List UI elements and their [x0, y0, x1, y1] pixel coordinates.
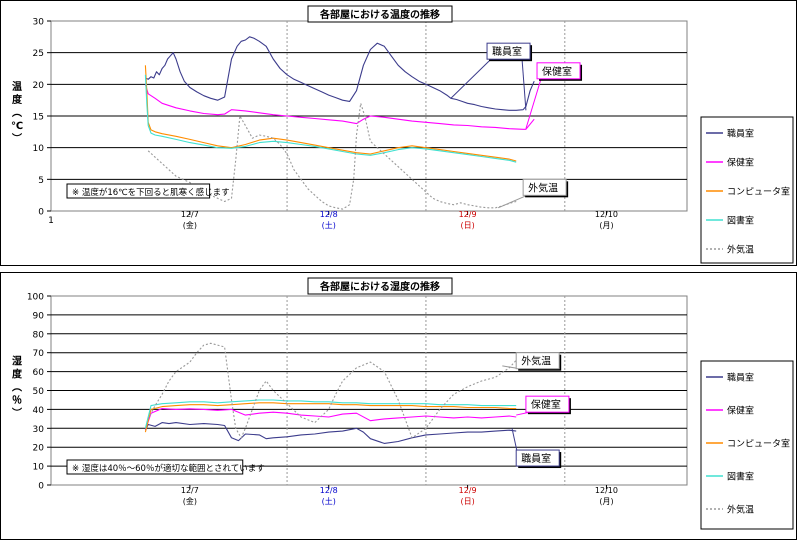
- callout-label: 保健室: [531, 398, 561, 411]
- x-tick-date: 12/8: [320, 210, 338, 219]
- temperature-chart-panel: 0 5 10 15 20 25 30 12/7 (金) 12/8 (土) 12/9 (日) 12/10 (月…: [0, 0, 797, 266]
- y-tick-label: 25: [33, 49, 44, 59]
- x-tick-date: 12/8: [320, 486, 338, 495]
- x-tick-date: 12/7: [181, 486, 199, 495]
- chart-title: 各部屋における温度の推移: [319, 8, 440, 21]
- x-tick-day: (金): [183, 220, 197, 230]
- temperature-chart: 0 5 10 15 20 25 30 12/7(金) 12/8(土) 12/9 (日) 12/10 (月…: [11, 5, 794, 264]
- legend-label: 保健室: [727, 405, 754, 417]
- chart-title: 各部屋における湿度の推移: [319, 280, 440, 293]
- y-tick-label: 100: [27, 293, 44, 303]
- x-tick-day: (日): [460, 221, 474, 230]
- x-tick-date: 12/10: [595, 210, 618, 219]
- x-tick-day: (月): [599, 497, 613, 506]
- callout-label: 保健室: [542, 65, 572, 78]
- y-tick-label: 20: [33, 81, 45, 91]
- y-tick-label: 10: [33, 144, 45, 154]
- y-tick-label: 0: [38, 208, 44, 218]
- y-tick-label: 30: [33, 18, 45, 28]
- x-tick-day: (土): [322, 496, 336, 506]
- y-tick-label: 20: [33, 444, 45, 454]
- y-tick-label: 10: [33, 463, 45, 473]
- legend-label: コンピュータ室: [727, 186, 790, 198]
- x-tick-label-first: 1: [48, 216, 54, 226]
- y-tick-label: 50: [33, 387, 45, 397]
- y-tick-label: 80: [33, 330, 45, 340]
- humidity-chart-panel: 0 10 20 30 40 50 60 70 80 90 100 12/7 (金) 12/8 (土) 12/9…: [0, 272, 797, 540]
- legend-label: 図書室: [727, 215, 754, 227]
- x-tick-day: (日): [460, 497, 474, 506]
- x-tick-date: 12/7: [181, 210, 199, 219]
- y-axis-label: 湿度︵％︶: [11, 355, 23, 420]
- callout-label: 職員室: [492, 45, 522, 58]
- y-tick-label: 60: [33, 368, 45, 378]
- x-tick-day: (土): [322, 220, 336, 230]
- legend-label: コンピュータ室: [727, 438, 790, 450]
- legend-label: 職員室: [727, 128, 754, 140]
- y-tick-label: 15: [33, 113, 44, 123]
- x-tick-day: (金): [183, 496, 197, 506]
- y-tick-label: 0: [38, 482, 44, 492]
- note-text: ※ 温度が16℃を下回ると肌寒く感じます: [72, 187, 230, 198]
- callout-label: 職員室: [521, 452, 551, 465]
- y-tick-label: 30: [33, 425, 45, 435]
- x-tick-date: 12/9: [459, 210, 477, 219]
- y-tick-label: 90: [33, 311, 45, 321]
- legend-label: 保健室: [727, 157, 754, 169]
- callout-label: 外気温: [521, 355, 551, 368]
- x-tick-date: 12/9: [459, 486, 477, 495]
- legend-label: 図書室: [727, 471, 754, 483]
- y-axis-label: 温度︵ ℃ ︶: [11, 80, 23, 145]
- x-tick-day: (月): [599, 221, 613, 230]
- callout-label: 外気温: [528, 181, 558, 194]
- legend-label: 外気温: [727, 244, 754, 256]
- y-tick-label: 40: [33, 406, 45, 416]
- legend-label: 外気温: [727, 504, 754, 516]
- y-tick-label: 70: [33, 349, 45, 359]
- y-tick-label: 5: [38, 176, 44, 186]
- humidity-chart: 0 10 20 30 40 50 60 70 80 90 100 12/7(金) 12/8(土) 12/9…: [11, 277, 794, 530]
- legend-label: 職員室: [727, 372, 754, 384]
- note-text: ※ 湿度は40％～60％が適切な範囲とされています: [72, 463, 265, 474]
- x-tick-date: 12/10: [595, 486, 618, 495]
